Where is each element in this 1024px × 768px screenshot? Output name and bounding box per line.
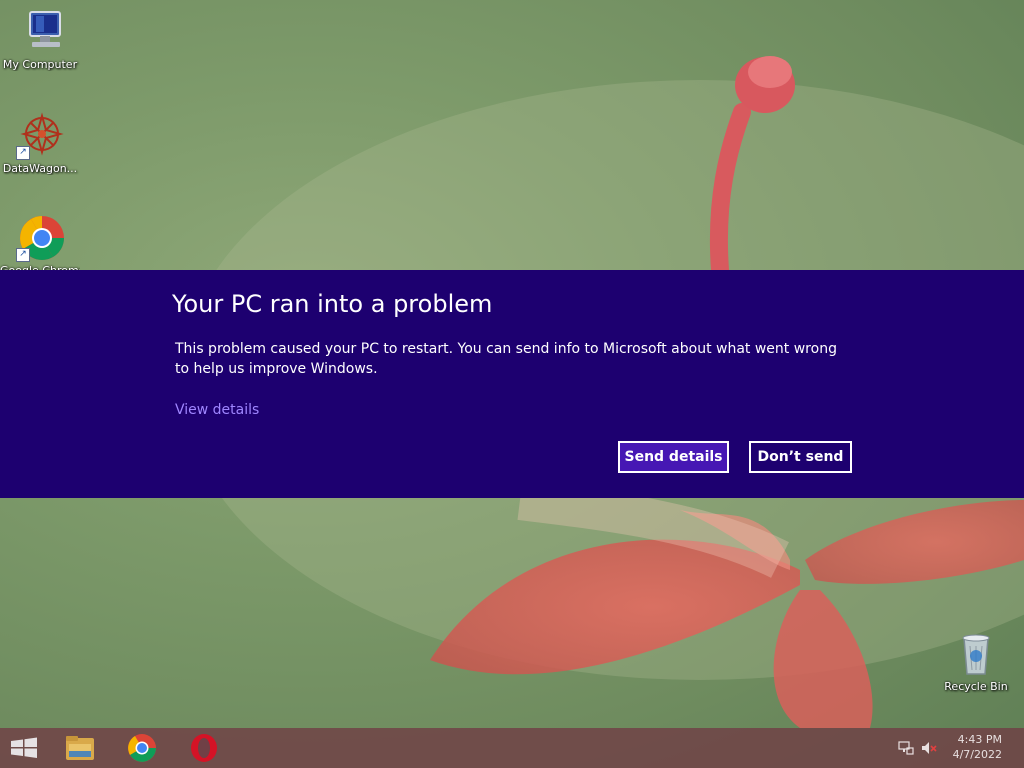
opera-icon [191,734,217,762]
send-details-button[interactable]: Send details [618,441,729,473]
dont-send-button[interactable]: Don’t send [749,441,852,473]
file-explorer-icon [66,736,94,760]
taskbar-chrome[interactable] [122,732,162,764]
desktop-icon-label: Recycle Bin [944,680,1008,693]
recycle-bin-icon [952,630,1000,678]
desktop: My Computer ↗ DataWagon... ↗ Recycle Bin… [0,0,1024,768]
datawagon-icon: ↗ [16,112,64,160]
taskbar-clock[interactable]: 4:43 PM 4/7/2022 [953,732,1002,762]
taskbar-opera[interactable] [184,732,224,764]
desktop-icon-label: DataWagon... [2,162,78,175]
computer-icon [16,8,64,56]
desktop-icon-datawagon[interactable]: ↗ DataWagon... [0,112,80,175]
start-button[interactable] [4,732,44,764]
windows-start-icon [11,737,37,758]
chrome-icon [128,734,156,762]
clock-time: 4:43 PM [957,733,1002,746]
taskbar-file-explorer[interactable] [60,732,100,764]
dialog-message: This problem caused your PC to restart. … [175,341,837,377]
network-icon[interactable] [898,740,914,756]
desktop-icon-my-computer[interactable]: My Computer [0,8,80,71]
desktop-icon-label: My Computer [2,58,78,71]
error-dialog [0,270,1024,498]
volume-muted-icon[interactable] [921,740,937,756]
shortcut-arrow-icon: ↗ [16,248,30,262]
chrome-icon: ↗ [16,214,64,262]
desktop-icon-recycle-bin[interactable]: Recycle Bin [936,630,1016,693]
dialog-title: Your PC ran into a problem [172,290,493,318]
view-details-link[interactable]: View details [175,402,259,418]
desktop-icon-google-chrome[interactable]: ↗ Google Chrome [0,214,80,277]
clock-date: 4/7/2022 [952,748,1002,761]
shortcut-arrow-icon: ↗ [16,146,30,160]
